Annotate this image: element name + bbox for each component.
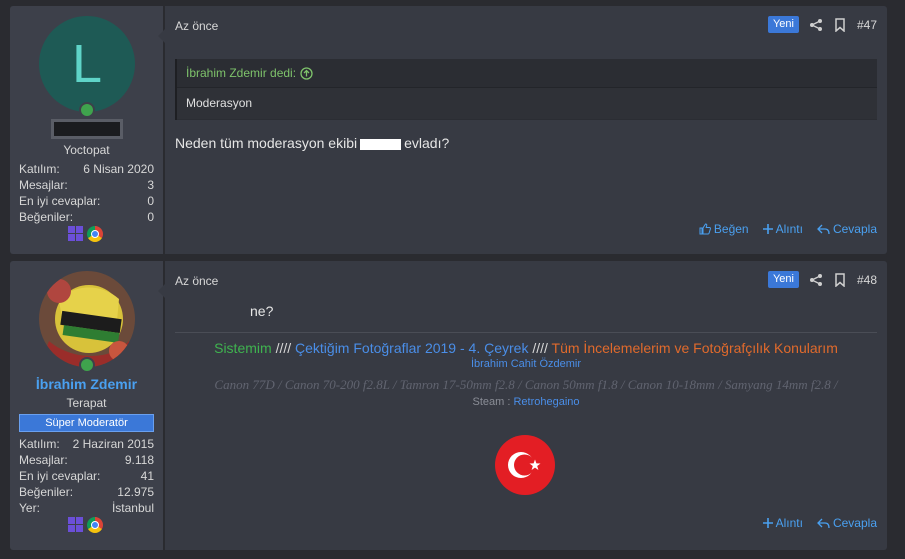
signature-steam: Steam : Retrohegaino	[472, 396, 580, 408]
post-48: İbrahim Zdemir Terapat Süper Moderatör K…	[10, 261, 887, 550]
windows-icon	[68, 226, 84, 242]
user-banner: Süper Moderatör	[19, 414, 154, 432]
stat-row: Yer: İstanbul	[19, 501, 154, 515]
plus-icon	[762, 224, 773, 234]
online-status-icon	[79, 357, 95, 373]
post-header-actions: Yeni #48	[767, 271, 877, 288]
stat-row: Katılım: 6 Nisan 2020	[19, 162, 154, 176]
avatar[interactable]: L	[39, 16, 135, 118]
message-text-after: evladı?	[404, 135, 450, 151]
stat-row: Mesajlar: 9.118	[19, 453, 154, 467]
stat-row: En iyi cevaplar: 41	[19, 469, 154, 483]
like-button[interactable]: Beğen	[699, 222, 749, 236]
message-cell: Az önce Yeni #48 ne? Sistemim //// Çekti…	[165, 261, 887, 550]
user-cell: L Yoctopat Katılım: 6 Nisan 2020 Mesajlar…	[10, 6, 163, 254]
signature-separator: ////	[275, 340, 292, 356]
signature: Sistemim //// Çektiğim Fotoğraflar 2019 …	[175, 332, 877, 495]
avatar-letter: L	[39, 16, 135, 112]
avatar[interactable]	[39, 271, 135, 373]
reply-icon	[817, 224, 830, 234]
signature-link-system[interactable]: Sistemim	[214, 340, 272, 356]
signature-name[interactable]: İbrahim Cahit Özdemir	[175, 358, 877, 370]
online-status-icon	[79, 102, 95, 118]
turkish-flag-icon	[495, 435, 555, 495]
share-icon[interactable]	[809, 18, 823, 32]
signature-separator: ////	[532, 340, 548, 356]
username[interactable]: İbrahim Zdemir	[10, 376, 163, 392]
signature-link-reviews[interactable]: Tüm İncelemelerim ve Fotoğrafçılık Konul…	[552, 340, 838, 356]
stat-row: Beğeniler: 0	[19, 210, 154, 224]
user-title: Yoctopat	[63, 143, 110, 157]
bookmark-icon[interactable]	[833, 272, 847, 287]
new-badge: Yeni	[767, 271, 799, 288]
post-47: L Yoctopat Katılım: 6 Nisan 2020 Mesajlar…	[10, 6, 887, 254]
stat-row: Beğeniler: 12.975	[19, 485, 154, 499]
bookmark-icon[interactable]	[833, 17, 847, 32]
message-text-before: Neden tüm moderasyon ekibi	[175, 135, 358, 151]
new-badge: Yeni	[767, 16, 799, 33]
quote-text: Moderasyon	[177, 88, 877, 119]
user-stats: Katılım: 2 Haziran 2015 Mesajlar: 9.118 En…	[19, 436, 154, 516]
chrome-icon	[87, 517, 103, 533]
quote-button[interactable]: Alıntı	[762, 516, 803, 530]
username-redacted	[51, 119, 123, 139]
windows-icon	[68, 517, 84, 533]
avatar-photo	[39, 271, 135, 367]
racing-helmet-image	[39, 271, 135, 367]
post-number[interactable]: #48	[857, 273, 877, 287]
chrome-icon	[87, 226, 103, 242]
message-cell: Az önce Yeni #47 İbrahim Zdemir dedi: Mo…	[165, 6, 887, 254]
thumbs-up-icon	[699, 223, 711, 235]
reply-icon	[817, 518, 830, 528]
plus-icon	[762, 518, 773, 528]
stat-row: Katılım: 2 Haziran 2015	[19, 437, 154, 451]
quote-author: İbrahim Zdemir dedi:	[186, 65, 297, 80]
signature-links: Sistemim //// Çektiğim Fotoğraflar 2019 …	[175, 340, 877, 356]
post-number[interactable]: #47	[857, 18, 877, 32]
reply-button[interactable]: Cevapla	[817, 222, 877, 236]
message-body: ne?	[250, 303, 274, 319]
user-badges	[68, 517, 108, 535]
reply-button[interactable]: Cevapla	[817, 516, 877, 530]
post-footer-actions: Beğen Alıntı Cevapla	[699, 222, 877, 236]
share-icon[interactable]	[809, 273, 823, 287]
user-badges	[68, 226, 108, 244]
stat-row: En iyi cevaplar: 0	[19, 194, 154, 208]
signature-link-photos[interactable]: Çektiğim Fotoğraflar 2019 - 4. Çeyrek	[295, 340, 528, 356]
message-body: Neden tüm moderasyon ekibi evladı?	[175, 135, 449, 151]
post-header-actions: Yeni #47	[767, 16, 877, 33]
user-stats: Katılım: 6 Nisan 2020 Mesajlar: 3 En iyi c…	[19, 161, 154, 225]
signature-gear: Canon 77D / Canon 70-200 f2.8L / Tamron …	[214, 377, 838, 392]
post-time[interactable]: Az önce	[175, 19, 218, 33]
quote-button[interactable]: Alıntı	[762, 222, 803, 236]
user-title: Terapat	[66, 396, 107, 410]
post-footer-actions: Alıntı Cevapla	[762, 516, 877, 530]
quote-header[interactable]: İbrahim Zdemir dedi:	[177, 59, 877, 88]
stat-row: Mesajlar: 3	[19, 178, 154, 192]
redacted-word	[360, 138, 402, 150]
steam-link[interactable]: Retrohegaino	[513, 396, 579, 408]
post-time[interactable]: Az önce	[175, 274, 218, 288]
quote-block: İbrahim Zdemir dedi: Moderasyon	[175, 59, 877, 120]
user-cell: İbrahim Zdemir Terapat Süper Moderatör K…	[10, 261, 163, 550]
arrow-up-circle-icon[interactable]	[300, 66, 313, 80]
